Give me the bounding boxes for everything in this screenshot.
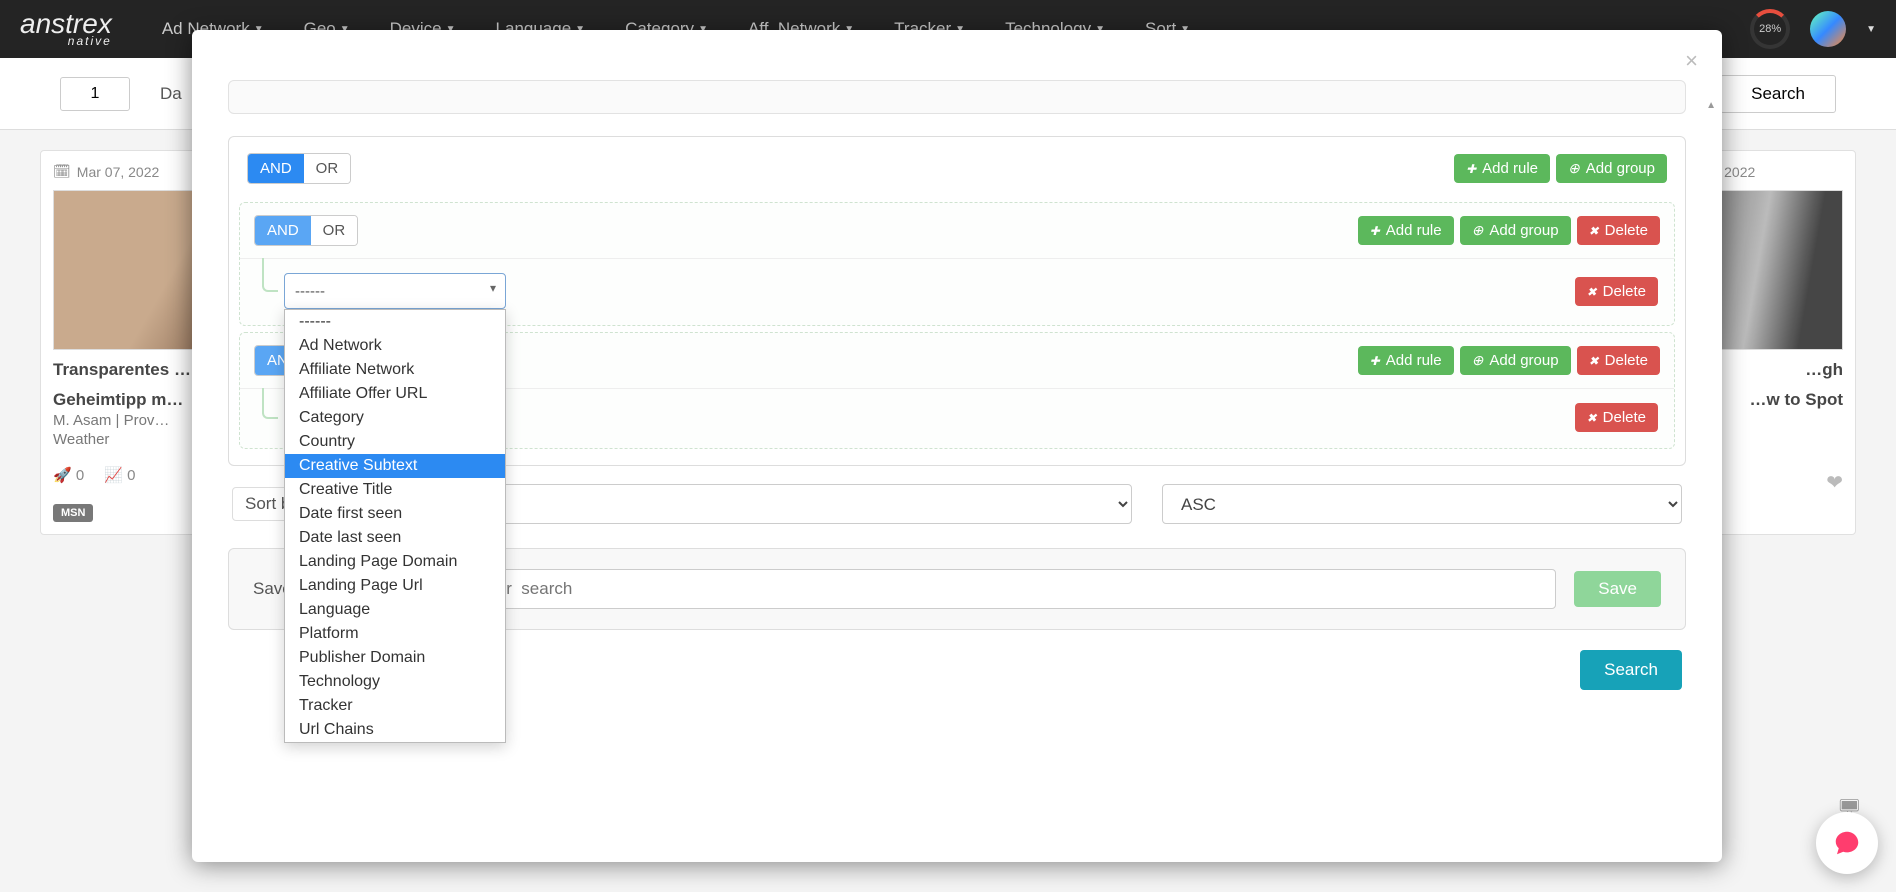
dropdown-option[interactable]: Creative Subtext [285, 454, 505, 478]
query-builder: AND OR Add rule Add group AND OR Add rul… [228, 136, 1686, 466]
add-rule-button[interactable]: Add rule [1358, 216, 1454, 245]
dropdown-option[interactable]: Url Chains [285, 718, 505, 742]
query-sub-group: AND OR Add rule Add group Delete ------ … [239, 202, 1675, 326]
advanced-search-modal: × ▲ AND OR Add rule Add group AND OR Ad [192, 30, 1722, 862]
dropdown-option[interactable]: Affiliate Offer URL [285, 382, 505, 406]
circle-plus-icon [1568, 160, 1580, 177]
dropdown-option[interactable]: Platform [285, 622, 505, 646]
scroll-up-icon[interactable]: ▲ [1706, 100, 1716, 111]
dropdown-option[interactable]: Date last seen [285, 526, 505, 550]
circle-plus-icon [1472, 222, 1484, 239]
sort-direction-select[interactable]: ASC [1162, 484, 1682, 524]
field-select[interactable]: ------ [284, 273, 506, 309]
dropdown-option[interactable]: Technology [285, 670, 505, 694]
add-group-button[interactable]: Add group [1460, 346, 1571, 375]
field-dropdown-list[interactable]: ------Ad NetworkAffiliate NetworkAffilia… [284, 309, 506, 743]
plus-icon [1370, 222, 1380, 239]
andor-toggle-outer[interactable]: AND OR [247, 153, 351, 184]
circle-plus-icon [1472, 352, 1484, 369]
delete-rule-button[interactable]: Delete [1575, 277, 1658, 306]
chat-icon [1832, 828, 1862, 858]
dropdown-option[interactable]: Country [285, 430, 505, 454]
dropdown-option[interactable]: Date first seen [285, 502, 505, 526]
plus-icon [1466, 160, 1476, 177]
or-option[interactable]: OR [311, 216, 358, 245]
dropdown-option[interactable]: Landing Page Domain [285, 550, 505, 574]
x-icon [1589, 222, 1599, 239]
dropdown-option[interactable]: Language [285, 598, 505, 622]
modal-search-button[interactable]: Search [1580, 650, 1682, 690]
dropdown-option[interactable]: Category [285, 406, 505, 430]
add-rule-button[interactable]: Add rule [1358, 346, 1454, 375]
and-option[interactable]: AND [255, 216, 311, 245]
delete-rule-button[interactable]: Delete [1575, 403, 1658, 432]
or-option[interactable]: OR [304, 154, 351, 183]
save-button[interactable]: Save [1574, 571, 1661, 607]
dropdown-option[interactable]: Ad Network [285, 334, 505, 358]
dropdown-option[interactable]: Creative Title [285, 478, 505, 502]
andor-toggle-sub[interactable]: AND OR [254, 215, 358, 246]
and-option[interactable]: AND [248, 154, 304, 183]
x-icon [1587, 409, 1597, 426]
delete-group-button[interactable]: Delete [1577, 216, 1660, 245]
add-rule-button[interactable]: Add rule [1454, 154, 1550, 183]
dropdown-option[interactable]: Tracker [285, 694, 505, 718]
rule-row: ------ ------Ad NetworkAffiliate Network… [240, 258, 1674, 325]
field-select-wrap[interactable]: ------ ------Ad NetworkAffiliate Network… [284, 273, 506, 309]
delete-group-button[interactable]: Delete [1577, 346, 1660, 375]
x-icon [1589, 352, 1599, 369]
plus-icon [1370, 352, 1380, 369]
x-icon [1587, 283, 1597, 300]
close-icon[interactable]: × [1685, 48, 1698, 74]
save-name-input[interactable] [332, 569, 1556, 609]
dropdown-option[interactable]: ------ [285, 310, 505, 334]
add-group-button[interactable]: Add group [1556, 154, 1667, 183]
dropdown-option[interactable]: Affiliate Network [285, 358, 505, 382]
collapsed-group [228, 80, 1686, 114]
dropdown-option[interactable]: Publisher Domain [285, 646, 505, 670]
dropdown-option[interactable]: Landing Page Url [285, 574, 505, 598]
add-group-button[interactable]: Add group [1460, 216, 1571, 245]
chat-bubble[interactable] [1816, 812, 1878, 874]
